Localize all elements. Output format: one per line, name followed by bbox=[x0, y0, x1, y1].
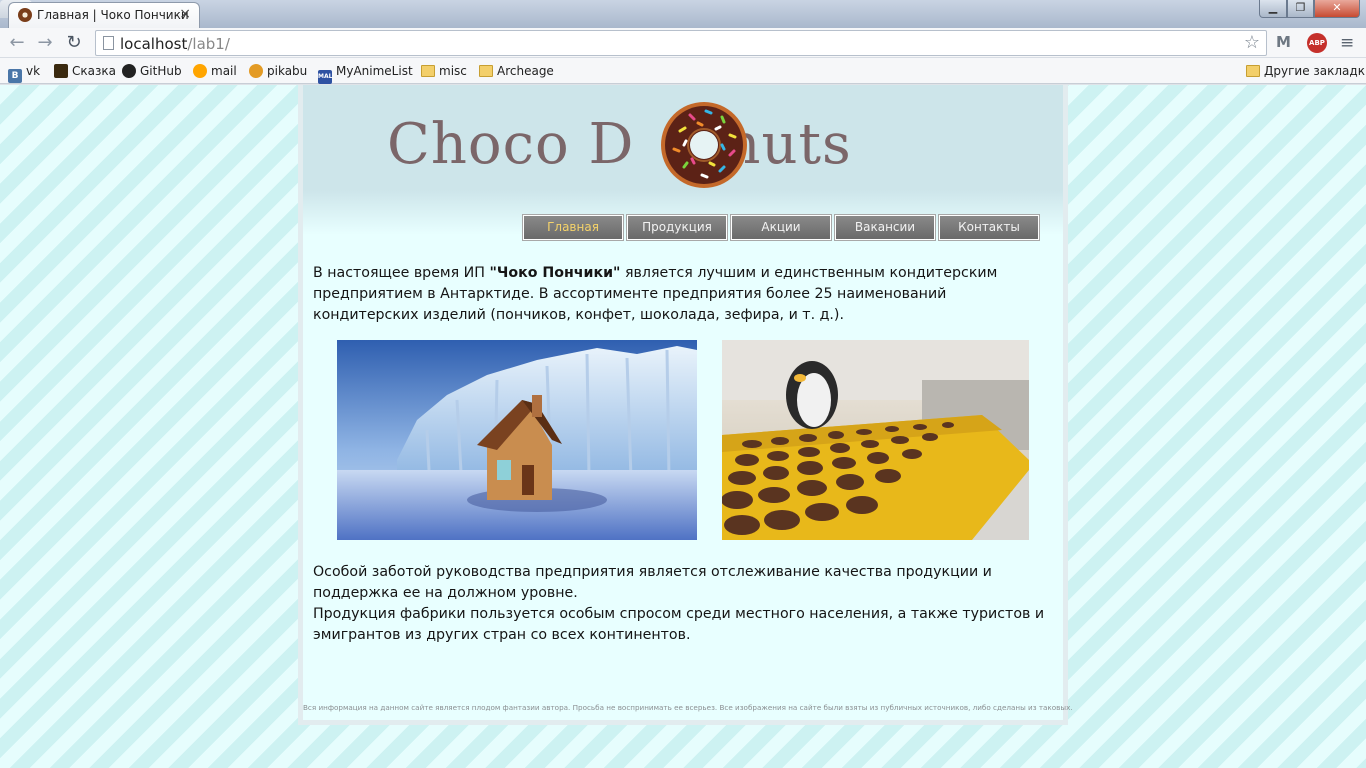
bookmark-vk[interactable]: Bvk bbox=[8, 62, 41, 83]
address-bar[interactable]: localhost/lab1/ ☆ bbox=[95, 30, 1267, 56]
nav-home[interactable]: Главная bbox=[523, 215, 623, 240]
bookmark-label: MyAnimeList bbox=[336, 64, 413, 78]
footer-disclaimer: Вся информация на данном сайте является … bbox=[303, 703, 1073, 712]
github-icon bbox=[122, 64, 136, 78]
mail-ru-icon bbox=[193, 64, 207, 78]
bookmark-star-icon[interactable]: ☆ bbox=[1244, 32, 1260, 53]
folder-icon bbox=[421, 65, 435, 77]
bookmark-folder-archeage[interactable]: Archeage bbox=[479, 62, 554, 80]
browser-tab-active[interactable]: Главная | Чоко Пончики × bbox=[8, 2, 200, 28]
bookmark-label: Archeage bbox=[497, 64, 554, 78]
intro-text: В настоящее время ИП bbox=[313, 265, 490, 281]
myanimelist-icon: MAL bbox=[318, 70, 332, 84]
reload-icon[interactable]: ↻ bbox=[63, 32, 85, 54]
folder-icon bbox=[1246, 65, 1260, 77]
back-arrow-icon[interactable]: ← bbox=[6, 32, 28, 54]
window-minimize-button[interactable]: ▁ bbox=[1259, 0, 1287, 18]
folder-icon bbox=[479, 65, 493, 77]
bookmark-github[interactable]: GitHub bbox=[122, 62, 182, 80]
bookmark-myanimelist[interactable]: MAL MyAnimeList bbox=[318, 62, 413, 84]
gingerbread-house-antarctica-photo bbox=[337, 340, 697, 540]
url-host: localhost bbox=[120, 35, 188, 53]
site-content: Choco Dnuts Главная Продукция Акции Вака… bbox=[303, 85, 1073, 720]
browser-titlebar: Главная | Чоко Пончики × ▁ ❐ ✕ bbox=[0, 0, 1366, 28]
bookmark-folder-misc[interactable]: misc bbox=[421, 62, 467, 80]
demand-paragraph: Продукция фабрики пользуется особым спро… bbox=[313, 606, 1045, 643]
bookmark-skazka[interactable]: Сказка bbox=[54, 62, 116, 80]
window-close-button[interactable]: ✕ bbox=[1314, 0, 1360, 18]
nav-promotions[interactable]: Акции bbox=[731, 215, 831, 240]
intro-paragraph: В настоящее время ИП "Чоко Пончики" явля… bbox=[313, 263, 1053, 326]
browser-toolbar: ← → ↻ localhost/lab1/ ☆ bbox=[0, 28, 1366, 58]
nav-contacts[interactable]: Контакты bbox=[939, 215, 1039, 240]
adblock-plus-icon[interactable]: ABP bbox=[1307, 33, 1327, 53]
tab-close-icon[interactable]: × bbox=[179, 6, 191, 22]
pikabu-icon bbox=[249, 64, 263, 78]
vk-icon: B bbox=[8, 69, 22, 83]
bookmark-label: Другие закладки bbox=[1264, 64, 1366, 78]
bookmark-pikabu[interactable]: pikabu bbox=[249, 62, 307, 80]
bookmark-label: vk bbox=[26, 64, 41, 78]
page-viewport: Choco Dnuts Главная Продукция Акции Вака… bbox=[0, 85, 1366, 768]
bookmark-label: GitHub bbox=[140, 64, 182, 78]
forward-arrow-icon[interactable]: → bbox=[34, 32, 56, 54]
penguin-chocolate-factory-photo bbox=[722, 340, 1029, 540]
tab-title: Главная | Чоко Пончики bbox=[37, 8, 189, 22]
bookmark-label: Сказка bbox=[72, 64, 116, 78]
window-maximize-button[interactable]: ❐ bbox=[1287, 0, 1314, 18]
url-text[interactable]: localhost/lab1/ bbox=[120, 35, 230, 53]
page-icon bbox=[103, 36, 114, 50]
nav-vacancies[interactable]: Вакансии bbox=[835, 215, 935, 240]
bookmark-label: mail bbox=[211, 64, 237, 78]
donut-logo-icon bbox=[661, 102, 747, 188]
bookmark-other-folder[interactable]: Другие закладки bbox=[1246, 62, 1366, 80]
logo-text-left: Choco D bbox=[387, 112, 635, 177]
bookmark-mail[interactable]: mail bbox=[193, 62, 237, 80]
bookmarks-bar: Bvk Сказка GitHub mail pikabu MAL MyAnime… bbox=[0, 58, 1366, 84]
site-container: Choco Dnuts Главная Продукция Акции Вака… bbox=[298, 85, 1073, 725]
quality-paragraph: Особой заботой руководства предприятия я… bbox=[313, 564, 992, 601]
gmail-checker-icon[interactable]: M bbox=[1276, 33, 1291, 51]
donut-favicon-icon bbox=[18, 8, 32, 22]
skazka-icon bbox=[54, 64, 68, 78]
bookmark-label: misc bbox=[439, 64, 467, 78]
brand-name: "Чоко Пончики" bbox=[489, 265, 621, 281]
bookmark-label: pikabu bbox=[267, 64, 308, 78]
url-path: /lab1/ bbox=[187, 35, 230, 53]
chrome-menu-icon[interactable]: ≡ bbox=[1340, 33, 1354, 53]
nav-products[interactable]: Продукция bbox=[627, 215, 727, 240]
site-logo[interactable]: Choco Dnuts bbox=[387, 101, 852, 189]
